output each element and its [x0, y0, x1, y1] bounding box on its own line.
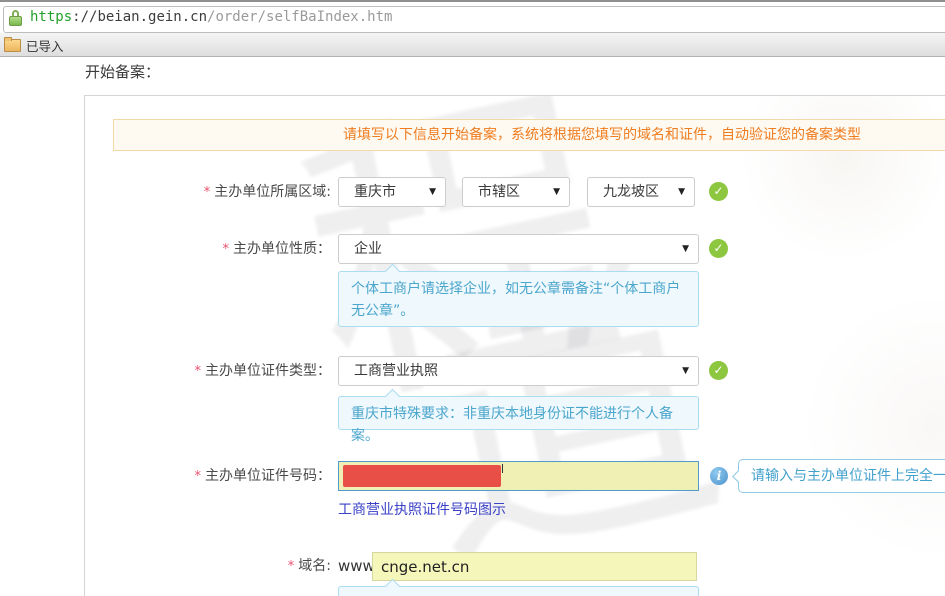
nature-select[interactable]: 企业 ▼	[338, 234, 699, 264]
required-asterisk: *	[195, 469, 202, 484]
ssl-lock-icon[interactable]	[9, 10, 24, 27]
cert-number-tooltip: 请输入与主办单位证件上完全一致的证	[738, 459, 945, 493]
chevron-down-icon: ▼	[678, 178, 685, 206]
cert-type-select[interactable]: 工商营业执照 ▼	[338, 356, 699, 386]
nature-select-value: 企业	[354, 241, 382, 257]
cert-sample-link[interactable]: 工商营业执照证件号码图示	[338, 499, 506, 519]
browser-window: https://beian.gein.cn/order/selfBaIndex.…	[0, 0, 945, 596]
nature-label: *主办单位性质：	[85, 234, 331, 265]
province-select-value: 重庆市	[354, 184, 396, 200]
chevron-down-icon: ▼	[682, 235, 689, 263]
domain-input[interactable]	[372, 552, 697, 581]
nature-hint: 个体工商户请选择企业，如无公章需备注“个体工商户无公章”。	[338, 271, 699, 327]
address-bar[interactable]: https://beian.gein.cn/order/selfBaIndex.…	[0, 0, 945, 33]
url-text[interactable]: https://beian.gein.cn/order/selfBaIndex.…	[30, 9, 392, 25]
required-asterisk: *	[223, 242, 230, 257]
domain-label: *域名:	[85, 552, 331, 581]
redaction-overlay	[343, 465, 501, 487]
chevron-down-icon: ▼	[553, 178, 560, 206]
text-cursor	[502, 464, 503, 473]
domain-hint	[338, 586, 699, 596]
cert-type-hint: 重庆市特殊要求：非重庆本地身份证不能进行个人备案。	[338, 396, 699, 430]
bookmarks-bar: 已导入	[0, 33, 945, 57]
bookmark-imported-folder[interactable]: 已导入	[4, 35, 64, 55]
folder-icon	[4, 39, 21, 52]
cert-type-label: *主办单位证件类型：	[85, 356, 331, 387]
province-select[interactable]: 重庆市 ▼	[338, 177, 446, 207]
district-select-value: 九龙坡区	[603, 184, 659, 200]
cert-type-select-value: 工商营业执照	[354, 363, 438, 379]
district-select[interactable]: 九龙坡区 ▼	[587, 177, 695, 207]
page-title: 开始备案：	[85, 61, 160, 82]
bookmark-label: 已导入	[26, 36, 64, 55]
url-path: /order/selfBaIndex.htm	[207, 9, 392, 25]
city-select[interactable]: 市辖区 ▼	[462, 177, 570, 207]
cert-number-label: *主办单位证件号码：	[85, 461, 331, 492]
required-asterisk: *	[288, 559, 295, 574]
info-icon[interactable]: i	[710, 467, 728, 485]
url-host: ://beian.gein.cn	[72, 9, 207, 25]
cert-type-valid-check-icon: ✓	[709, 361, 728, 380]
nature-valid-check-icon: ✓	[709, 239, 728, 258]
required-asterisk: *	[204, 185, 211, 200]
city-select-value: 市辖区	[478, 184, 520, 200]
chevron-down-icon: ▼	[682, 357, 689, 385]
required-asterisk: *	[195, 364, 202, 379]
notice-banner: 请填写以下信息开始备案，系统将根据您填写的域名和证件，自动验证您的备案类型	[113, 119, 945, 151]
form-panel: 程 道 请填写以下信息开始备案，系统将根据您填写的域名和证件，自动验证您的备案类…	[84, 95, 945, 596]
region-label: *主办单位所属区域:	[85, 177, 331, 208]
url-scheme: https	[30, 9, 72, 25]
chevron-down-icon: ▼	[429, 178, 436, 206]
region-valid-check-icon: ✓	[709, 182, 728, 201]
cert-number-field[interactable]	[338, 461, 699, 491]
